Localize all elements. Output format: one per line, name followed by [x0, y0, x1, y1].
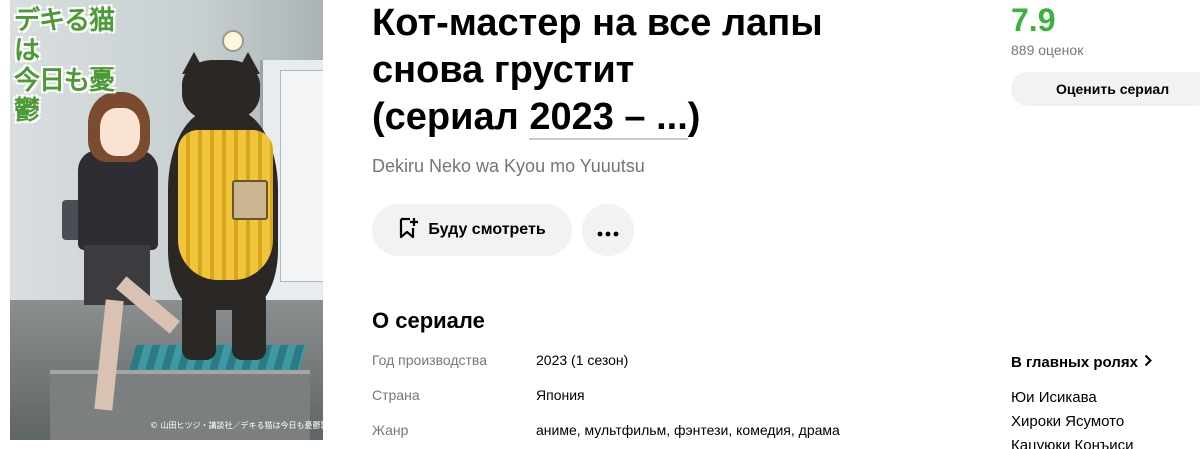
info-value[interactable]: 2023 (1 сезон)	[536, 352, 628, 368]
poster-logo-line1: デキる猫は	[14, 6, 115, 66]
info-key: Страна	[372, 387, 420, 403]
info-value[interactable]: Япония	[536, 387, 585, 403]
rate-series-button[interactable]: Оценить сериал	[1011, 72, 1200, 106]
page: デキる猫は 今日も憂鬱 © 山田ヒツジ・講談社／デキる猫は今日も憂鬱製作委員会 …	[0, 0, 1200, 449]
page-title: Кот-мастер на все лапы снова грустит (се…	[372, 0, 932, 141]
watch-later-button[interactable]: Буду смотреть	[372, 204, 572, 256]
poster-copyright: © 山田ヒツジ・講談社／デキる猫は今日も憂鬱製作委員会	[150, 421, 323, 430]
poster-cat-head	[182, 60, 260, 122]
title-years-link[interactable]: 2023 – ...	[529, 96, 688, 140]
info-value[interactable]: аниме, мультфильм, фэнтези, комедия, дра…	[536, 422, 840, 438]
poster-basket	[232, 180, 268, 220]
title-line2: снова грустит	[372, 49, 635, 91]
poster-fridge	[280, 70, 323, 282]
poster-girl-jacket	[78, 150, 158, 250]
poster-cat-leg	[232, 290, 266, 360]
info-key: Год производства	[372, 352, 487, 368]
poster-lamp	[222, 30, 244, 52]
watch-later-label: Буду смотреть	[428, 221, 546, 238]
poster-logo: デキる猫は 今日も憂鬱	[14, 6, 134, 126]
poster-cat-leg	[182, 290, 216, 360]
cast-item[interactable]: Юи Исикава	[1011, 389, 1097, 406]
poster-logo-line2: 今日も憂鬱	[14, 66, 115, 126]
cast-heading-link[interactable]: В главных ролях	[1011, 354, 1152, 371]
about-heading: О сериале	[372, 308, 485, 333]
poster-image[interactable]: デキる猫は 今日も憂鬱 © 山田ヒツジ・講談社／デキる猫は今日も憂鬱製作委員会	[10, 0, 323, 440]
more-dots-icon	[597, 217, 619, 243]
title-line1: Кот-мастер на все лапы	[372, 2, 823, 44]
info-key: Жанр	[372, 422, 409, 438]
info-row-country: Страна Япония	[372, 387, 972, 409]
rating-value: 7.9	[1011, 2, 1056, 38]
chevron-right-icon	[1144, 354, 1152, 371]
cast-item[interactable]: Кацуюки Конъиси	[1011, 437, 1134, 449]
rating-votes[interactable]: 889 оценок	[1011, 42, 1083, 58]
cast-item[interactable]: Хироки Ясумото	[1011, 413, 1124, 430]
cast-heading-label: В главных ролях	[1011, 354, 1138, 371]
more-button[interactable]	[582, 204, 634, 256]
title-prefix: (сериал	[372, 96, 530, 138]
info-row-year: Год производства 2023 (1 сезон)	[372, 352, 972, 374]
bookmark-plus-icon	[398, 217, 419, 244]
original-title: Dekiru Neko wa Kyou mo Yuuutsu	[372, 156, 645, 176]
title-suffix: )	[687, 96, 701, 138]
info-row-genre: Жанр аниме, мультфильм, фэнтези, комедия…	[372, 422, 972, 444]
